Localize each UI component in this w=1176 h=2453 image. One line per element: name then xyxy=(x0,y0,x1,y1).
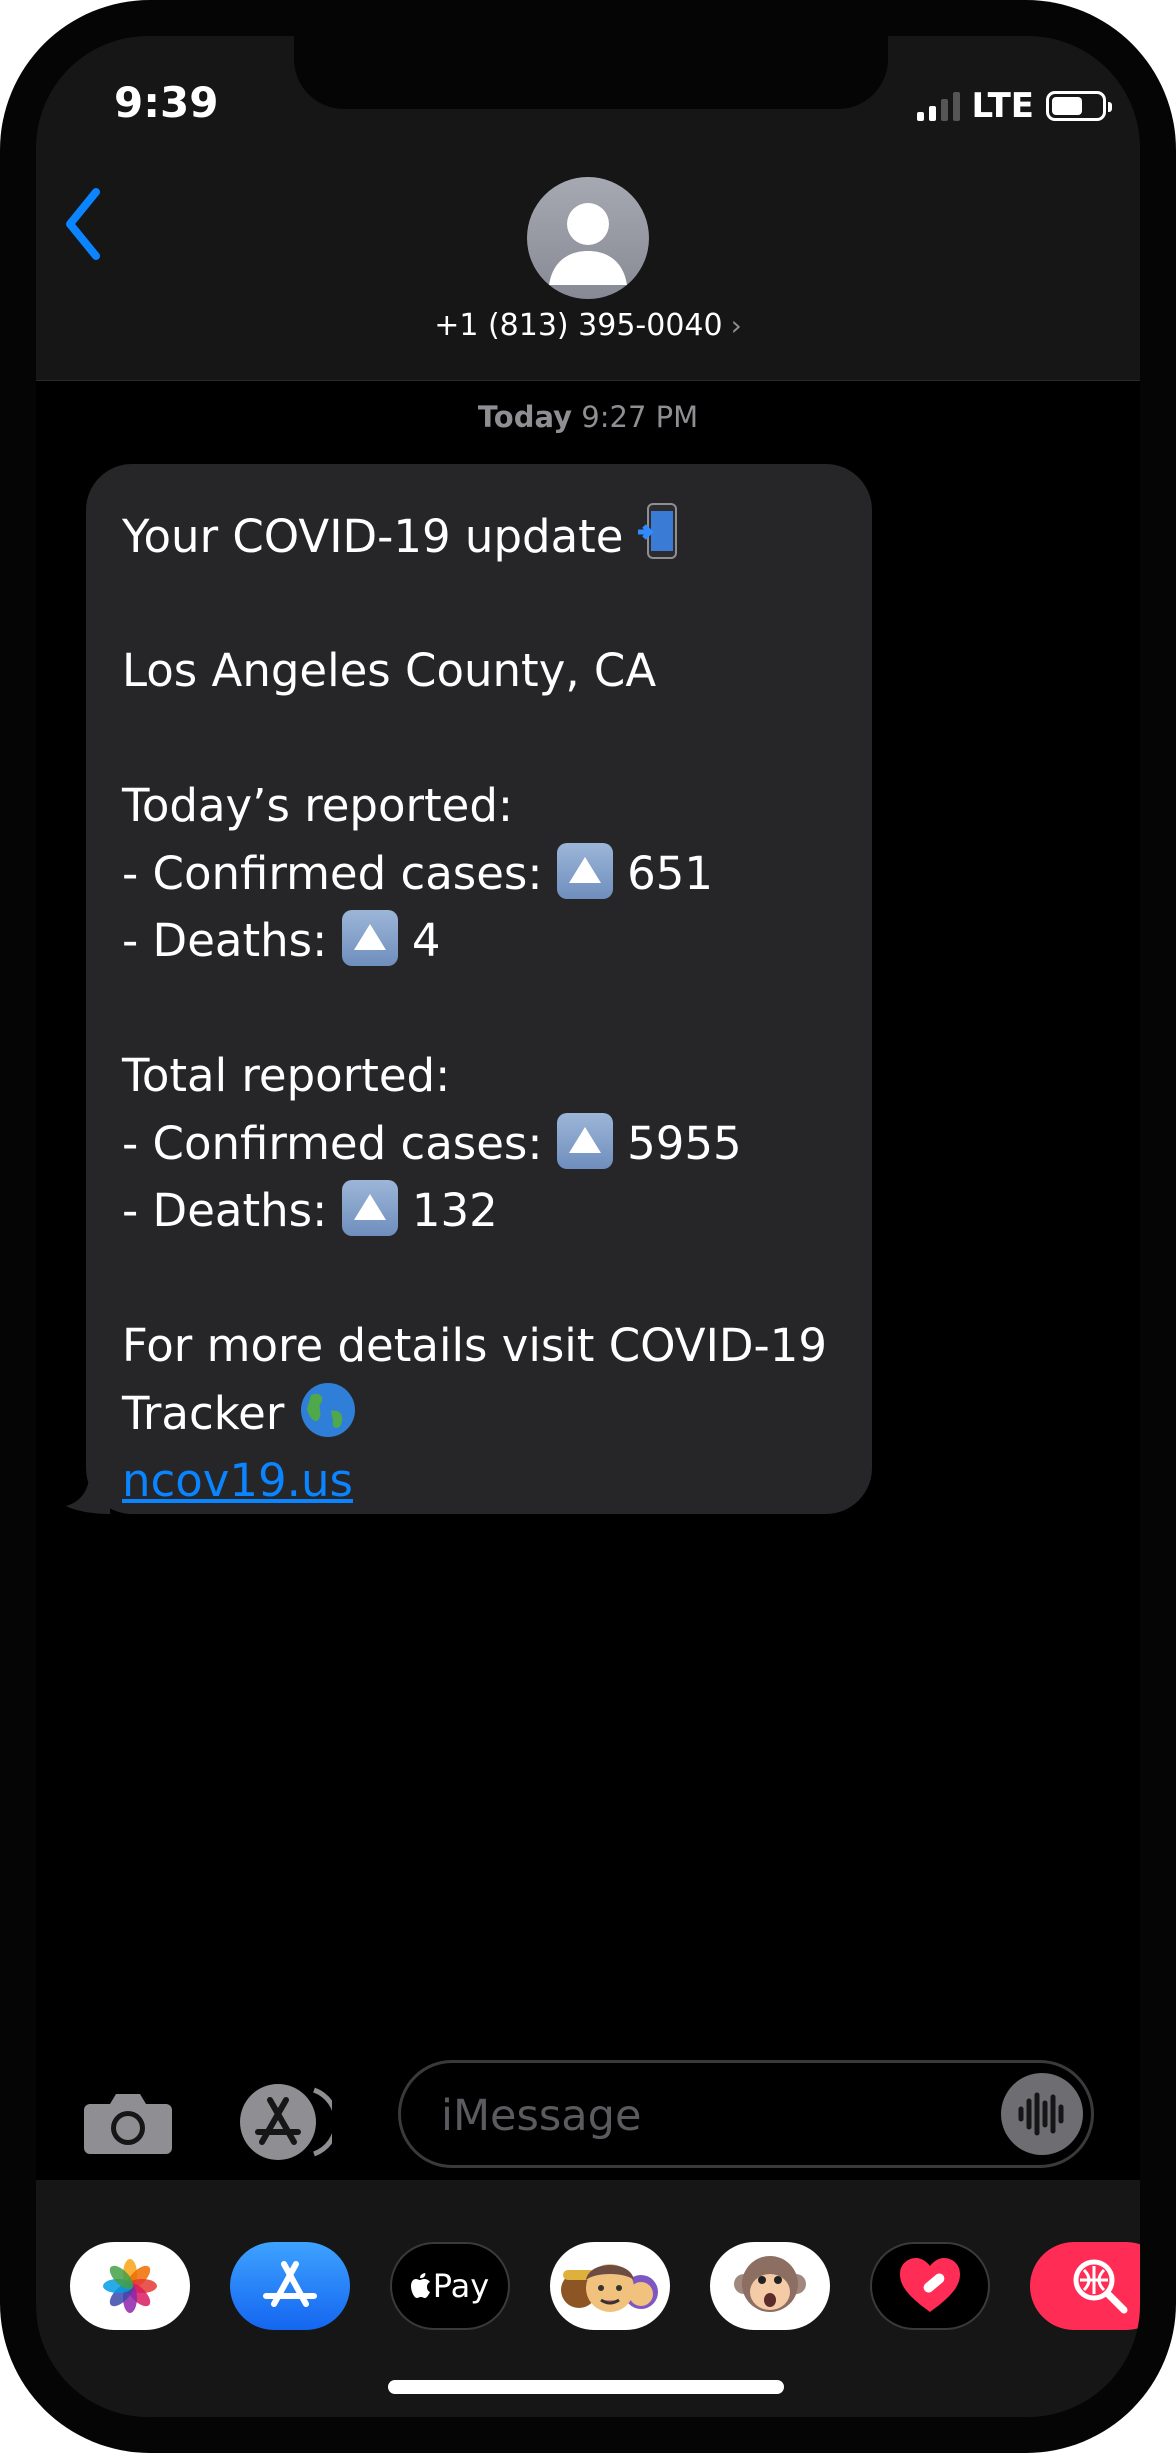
message-line: - Deaths: 132 xyxy=(122,1177,834,1245)
up-arrow-icon xyxy=(556,842,613,899)
phone-screen: 9:39 LTE +1 (813) 395-0040 › Today 9:27 P… xyxy=(36,36,1140,2417)
message-line: For more details visit COVID-19 xyxy=(122,1319,827,1372)
status-time: 9:39 xyxy=(114,78,219,127)
ncov19-link[interactable]: ncov19.us xyxy=(122,1454,353,1507)
imessage-input[interactable]: iMessage xyxy=(398,2060,1094,2168)
message-line: Total reported: xyxy=(122,1049,451,1102)
photos-app-icon[interactable] xyxy=(70,2242,190,2330)
image-search-icon[interactable] xyxy=(1030,2242,1140,2330)
home-indicator[interactable] xyxy=(388,2380,784,2394)
signal-icon xyxy=(916,91,960,121)
imessage-placeholder: iMessage xyxy=(441,2091,642,2141)
message-line: ncov19.us xyxy=(122,1447,834,1515)
status-indicators: LTE xyxy=(916,86,1112,126)
app-store-icon[interactable] xyxy=(236,2080,340,2164)
mobile-phone-arrow-icon xyxy=(637,502,678,581)
network-label: LTE xyxy=(971,86,1034,126)
animoji-monkey-icon[interactable] xyxy=(710,2242,830,2330)
memoji-app-icon[interactable] xyxy=(550,2242,670,2330)
bubble-tail xyxy=(66,1474,110,1514)
contact-name: +1 (813) 395-0040 xyxy=(434,308,723,343)
contact-name-button[interactable]: +1 (813) 395-0040 › xyxy=(36,308,1140,343)
back-chevron-icon[interactable] xyxy=(58,184,108,264)
chevron-right-icon: › xyxy=(730,309,742,342)
digital-touch-heart-icon[interactable] xyxy=(870,2242,990,2330)
incoming-message-bubble[interactable]: Your COVID-19 update Los Angeles County,… xyxy=(66,464,872,1515)
globe-icon xyxy=(299,1381,357,1458)
battery-icon xyxy=(1046,91,1112,121)
up-arrow-icon xyxy=(556,1112,613,1169)
message-line: - Deaths: 4 xyxy=(122,907,834,975)
audio-waveform-icon[interactable] xyxy=(1001,2073,1083,2155)
camera-icon[interactable] xyxy=(82,2090,174,2156)
apple-logo-icon xyxy=(410,2273,430,2298)
message-line: - Confirmed cases: 5955 xyxy=(122,1110,834,1178)
message-line: - Confirmed cases: 651 xyxy=(122,840,834,908)
contact-avatar[interactable] xyxy=(527,177,649,299)
app-store-app-icon[interactable] xyxy=(230,2242,350,2330)
device-notch xyxy=(294,36,888,109)
message-line: Today’s reported: xyxy=(122,779,514,832)
message-line: Your COVID-19 update xyxy=(122,502,834,570)
message-composer: iMessage xyxy=(36,2060,1140,2180)
message-line: Tracker xyxy=(122,1380,834,1448)
message-line: Los Angeles County, CA xyxy=(122,644,657,697)
up-arrow-icon xyxy=(341,910,398,966)
apple-pay-app-icon[interactable]: Pay xyxy=(390,2242,510,2330)
timestamp-time: 9:27 PM xyxy=(581,400,699,434)
message-timestamp: Today 9:27 PM xyxy=(36,400,1140,434)
timestamp-day: Today xyxy=(477,400,573,434)
up-arrow-icon xyxy=(341,1180,398,1236)
apple-pay-label: Pay xyxy=(432,2267,490,2305)
